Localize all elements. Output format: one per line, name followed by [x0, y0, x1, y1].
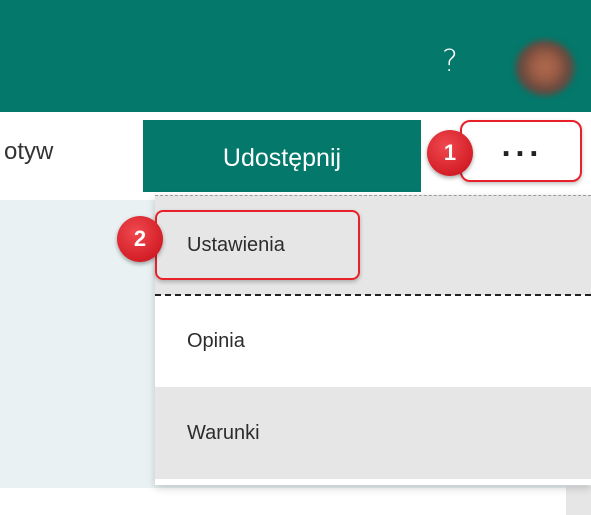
theme-button-label[interactable]: otyw	[4, 138, 53, 166]
share-button[interactable]: Udostępnij	[143, 120, 421, 192]
page: ? otyw Udostępnij ... Ustawienia Opinia …	[0, 0, 591, 515]
scrollbar[interactable]	[566, 486, 591, 515]
help-button[interactable]: ?	[430, 38, 470, 86]
step-badge-1: 1	[427, 130, 473, 176]
highlight-box-settings	[155, 210, 360, 280]
page-bottom	[0, 488, 591, 515]
highlight-box-more	[460, 120, 582, 182]
app-header: ?	[0, 0, 591, 112]
user-avatar[interactable]	[515, 40, 575, 96]
menu-item-feedback[interactable]: Opinia	[155, 295, 591, 387]
focus-border-top	[155, 195, 591, 196]
menu-item-terms[interactable]: Warunki	[155, 387, 591, 479]
focus-border-bottom	[155, 294, 591, 296]
step-badge-2: 2	[117, 216, 163, 262]
